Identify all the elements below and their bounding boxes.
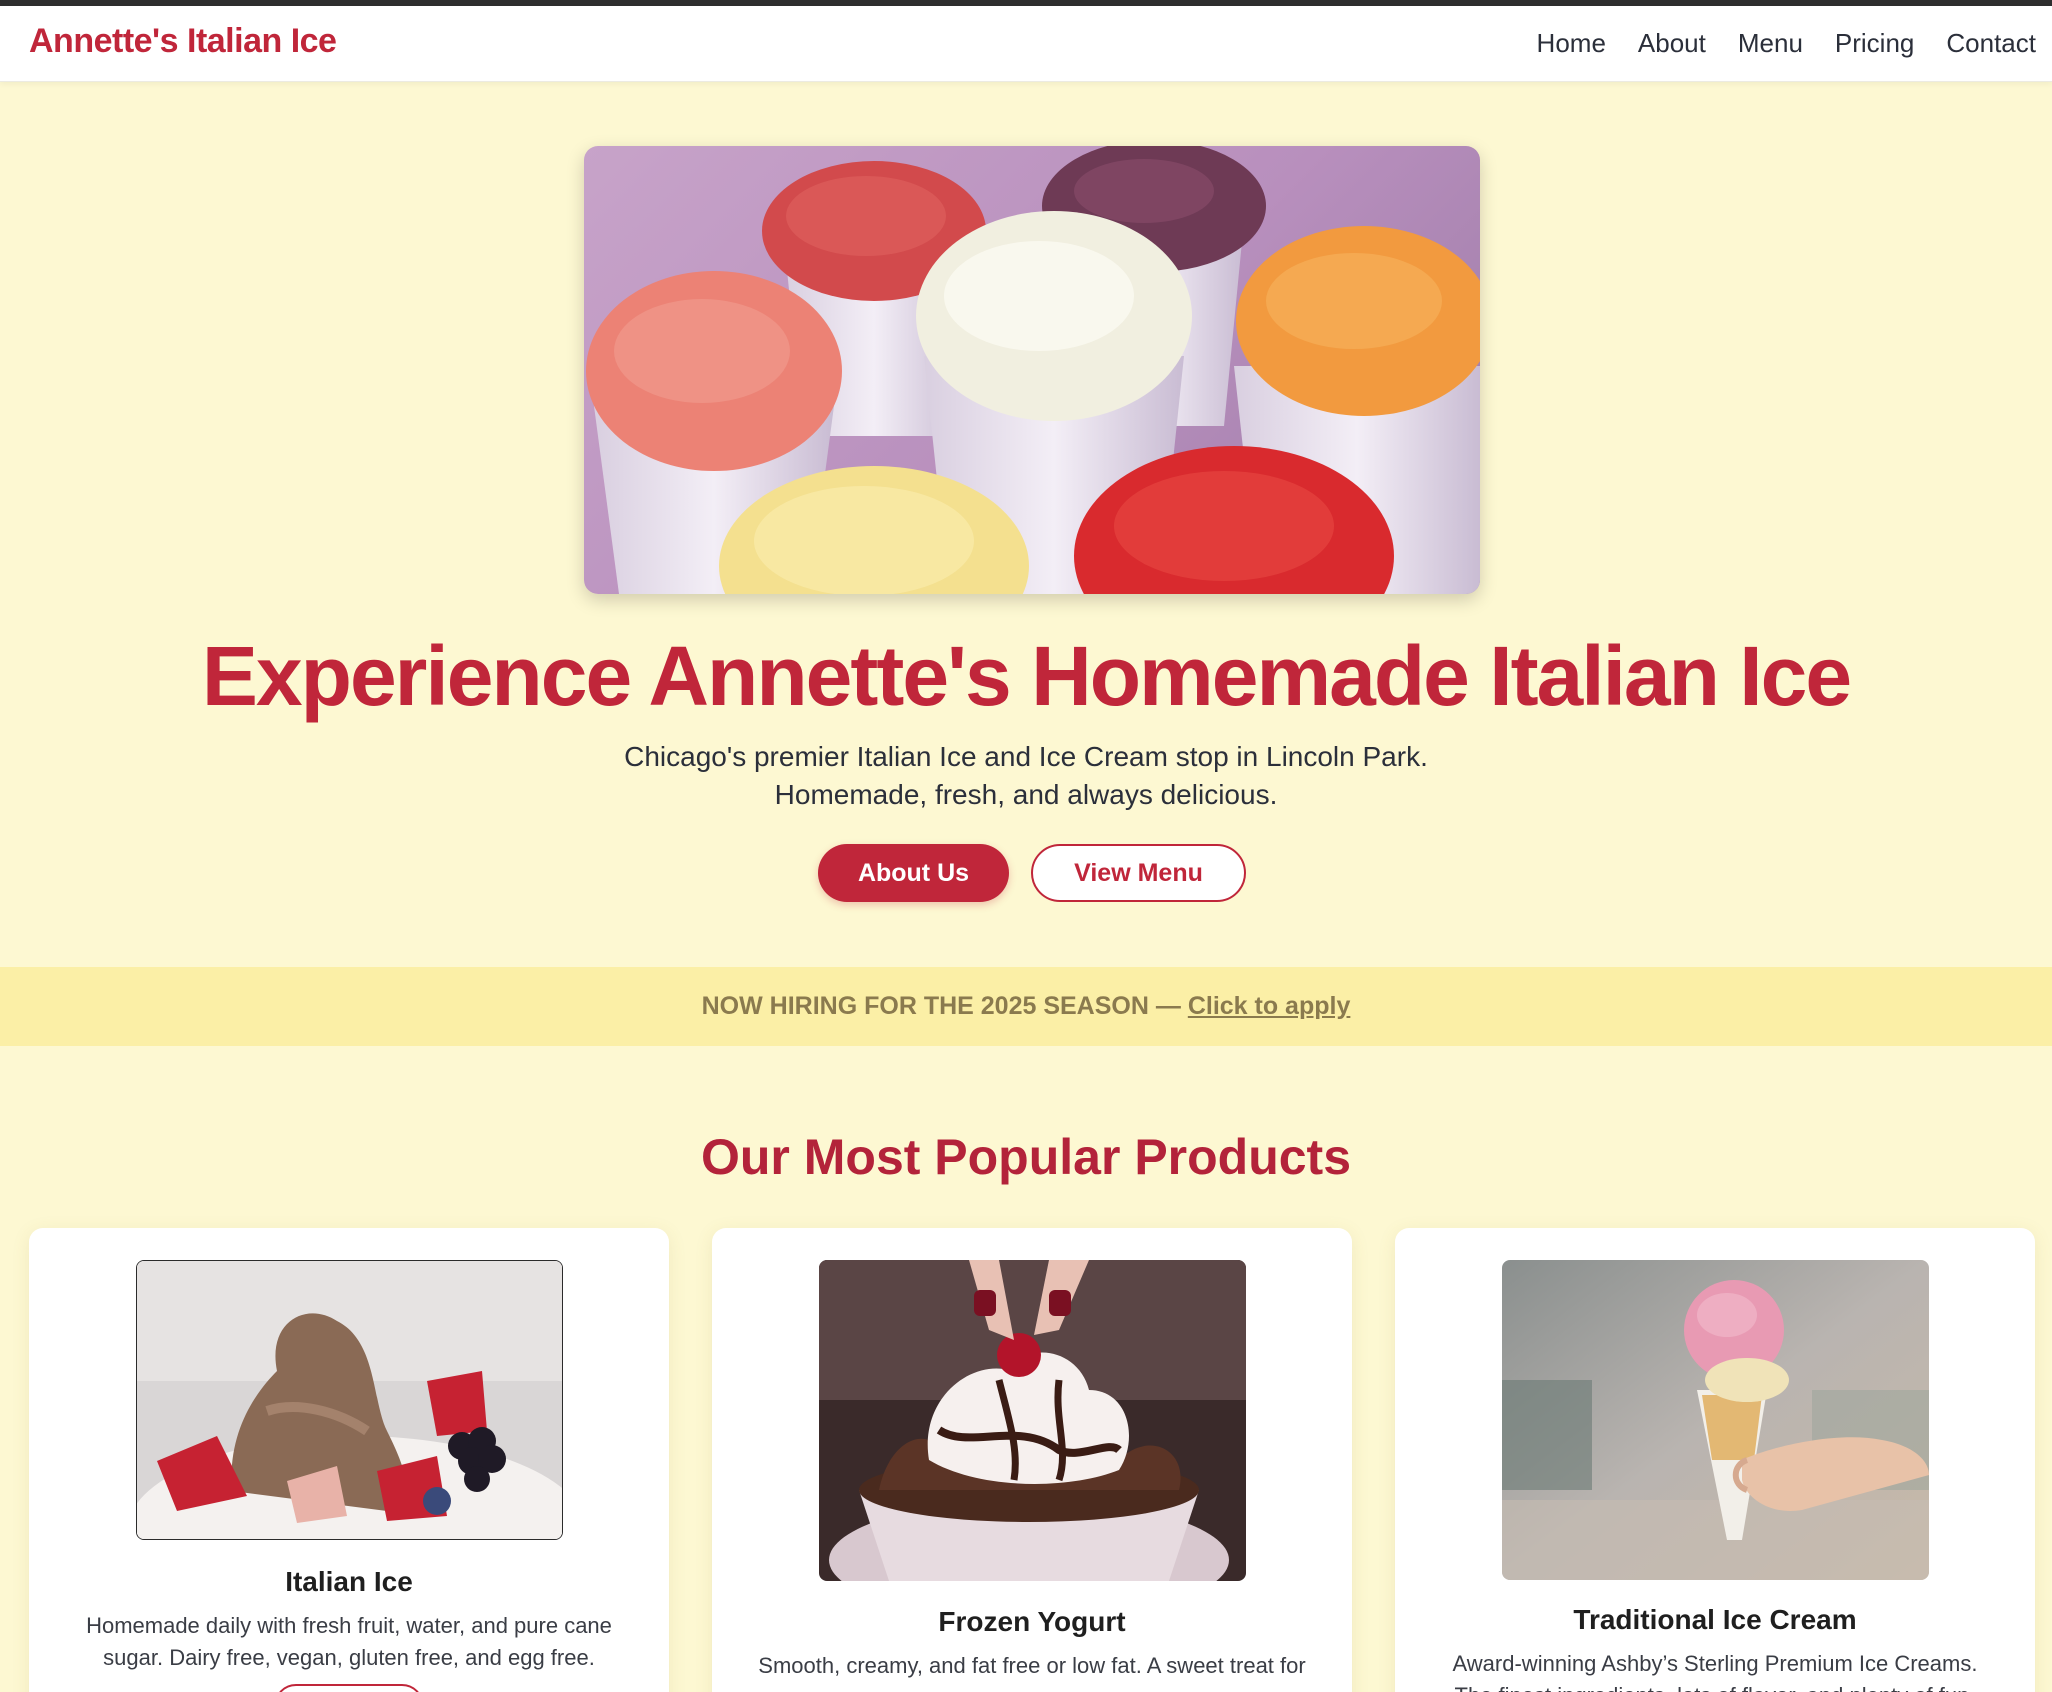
- product-title-frozen-yogurt: Frozen Yogurt: [938, 1606, 1126, 1637]
- product-title-italian-ice: Italian Ice: [285, 1566, 413, 1597]
- nav-link-contact[interactable]: Contact: [1946, 28, 2036, 59]
- navbar: Annette's Italian Ice Home About Menu Pr…: [0, 6, 2052, 82]
- product-card-italian-ice: Italian Ice Homemade daily with fresh fr…: [29, 1228, 669, 1692]
- nav-link-home[interactable]: Home: [1537, 28, 1606, 59]
- products-section-title: Our Most Popular Products: [700, 1129, 1352, 1185]
- product-image-frozen-yogurt: [819, 1260, 1246, 1581]
- product-desc-traditional-ice-cream: Award-winning Ashby’s Sterling Premium I…: [1452, 1651, 1978, 1692]
- product-card-frozen-yogurt: Frozen Yogurt Smooth, creamy, and fat fr…: [712, 1228, 1352, 1692]
- hiring-banner-text: NOW HIRING FOR THE 2025 SEASON —: [701, 992, 1188, 1020]
- hiring-banner: NOW HIRING FOR THE 2025 SEASON — Click t…: [0, 967, 2052, 1046]
- product-image-italian-ice: [136, 1260, 563, 1540]
- nav-link-pricing[interactable]: Pricing: [1835, 28, 1914, 59]
- nav-link-about[interactable]: About: [1638, 28, 1706, 59]
- view-menu-button[interactable]: View Menu: [1031, 844, 1246, 902]
- about-us-button[interactable]: About Us: [818, 844, 1009, 902]
- hero-subtitle: Chicago's premier Italian Ice and Ice Cr…: [526, 738, 1526, 814]
- product-image-traditional-ice-cream: [1502, 1260, 1929, 1580]
- brand-logo[interactable]: Annette's Italian Ice: [29, 22, 337, 61]
- product-card-traditional-ice-cream: Traditional Ice Cream Award-winning Ashb…: [1395, 1228, 2035, 1692]
- hero-subtitle-line-1: Chicago's premier Italian Ice and Ice Cr…: [624, 741, 1428, 772]
- product-title-traditional-ice-cream: Traditional Ice Cream: [1573, 1604, 1857, 1635]
- nav-links: Home About Menu Pricing Contact: [1537, 28, 2036, 59]
- hero-image: [584, 146, 1480, 594]
- learn-more-button[interactable]: [274, 1684, 424, 1692]
- hero-title: Experience Annette's Homemade Italian Ic…: [201, 629, 1852, 723]
- product-desc-italian-ice: Homemade daily with fresh fruit, water, …: [86, 1613, 612, 1670]
- nav-link-menu[interactable]: Menu: [1738, 28, 1803, 59]
- product-desc-frozen-yogurt: Smooth, creamy, and fat free or low fat.…: [758, 1653, 1306, 1678]
- apply-link[interactable]: Click to apply: [1188, 992, 1351, 1020]
- hero-subtitle-line-2: Homemade, fresh, and always delicious.: [774, 779, 1278, 810]
